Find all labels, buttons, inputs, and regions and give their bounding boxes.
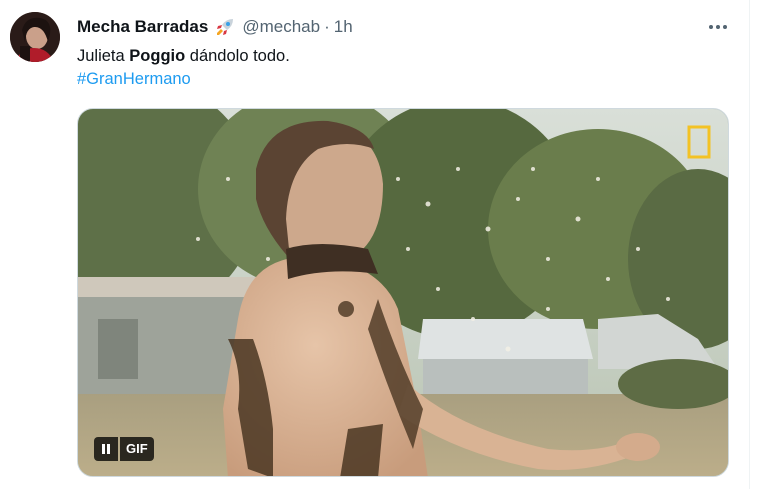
separator-dot: ·: [324, 17, 330, 36]
column-divider: [749, 0, 750, 489]
tweet-timestamp[interactable]: 1h: [334, 16, 353, 38]
tweet-text-line: Julieta Poggio dándolo todo.: [77, 45, 727, 68]
tweet-text-bold: Poggio: [129, 47, 186, 65]
tweet-text-start: Julieta: [77, 47, 130, 65]
pause-icon[interactable]: [94, 437, 118, 461]
rocket-icon: [214, 16, 236, 38]
gif-controls: GIF: [94, 437, 154, 461]
tweet-text: Julieta Poggio dándolo todo. #GranHerman…: [77, 45, 727, 91]
author-display-name[interactable]: Mecha Barradas: [77, 16, 208, 38]
gif-media[interactable]: GIF: [77, 108, 729, 477]
tweet-header: Mecha Barradas @mechab · 1h: [77, 16, 353, 38]
hashtag-link[interactable]: #GranHermano: [77, 68, 191, 91]
tweet-text-end: dándolo todo.: [185, 47, 290, 65]
author-avatar[interactable]: [10, 12, 60, 62]
more-options-icon[interactable]: [703, 14, 733, 40]
author-handle[interactable]: @mechab: [242, 16, 320, 38]
tweet-card[interactable]: Mecha Barradas @mechab · 1h Julieta Pogg…: [0, 0, 767, 489]
gif-badge: GIF: [120, 437, 154, 461]
